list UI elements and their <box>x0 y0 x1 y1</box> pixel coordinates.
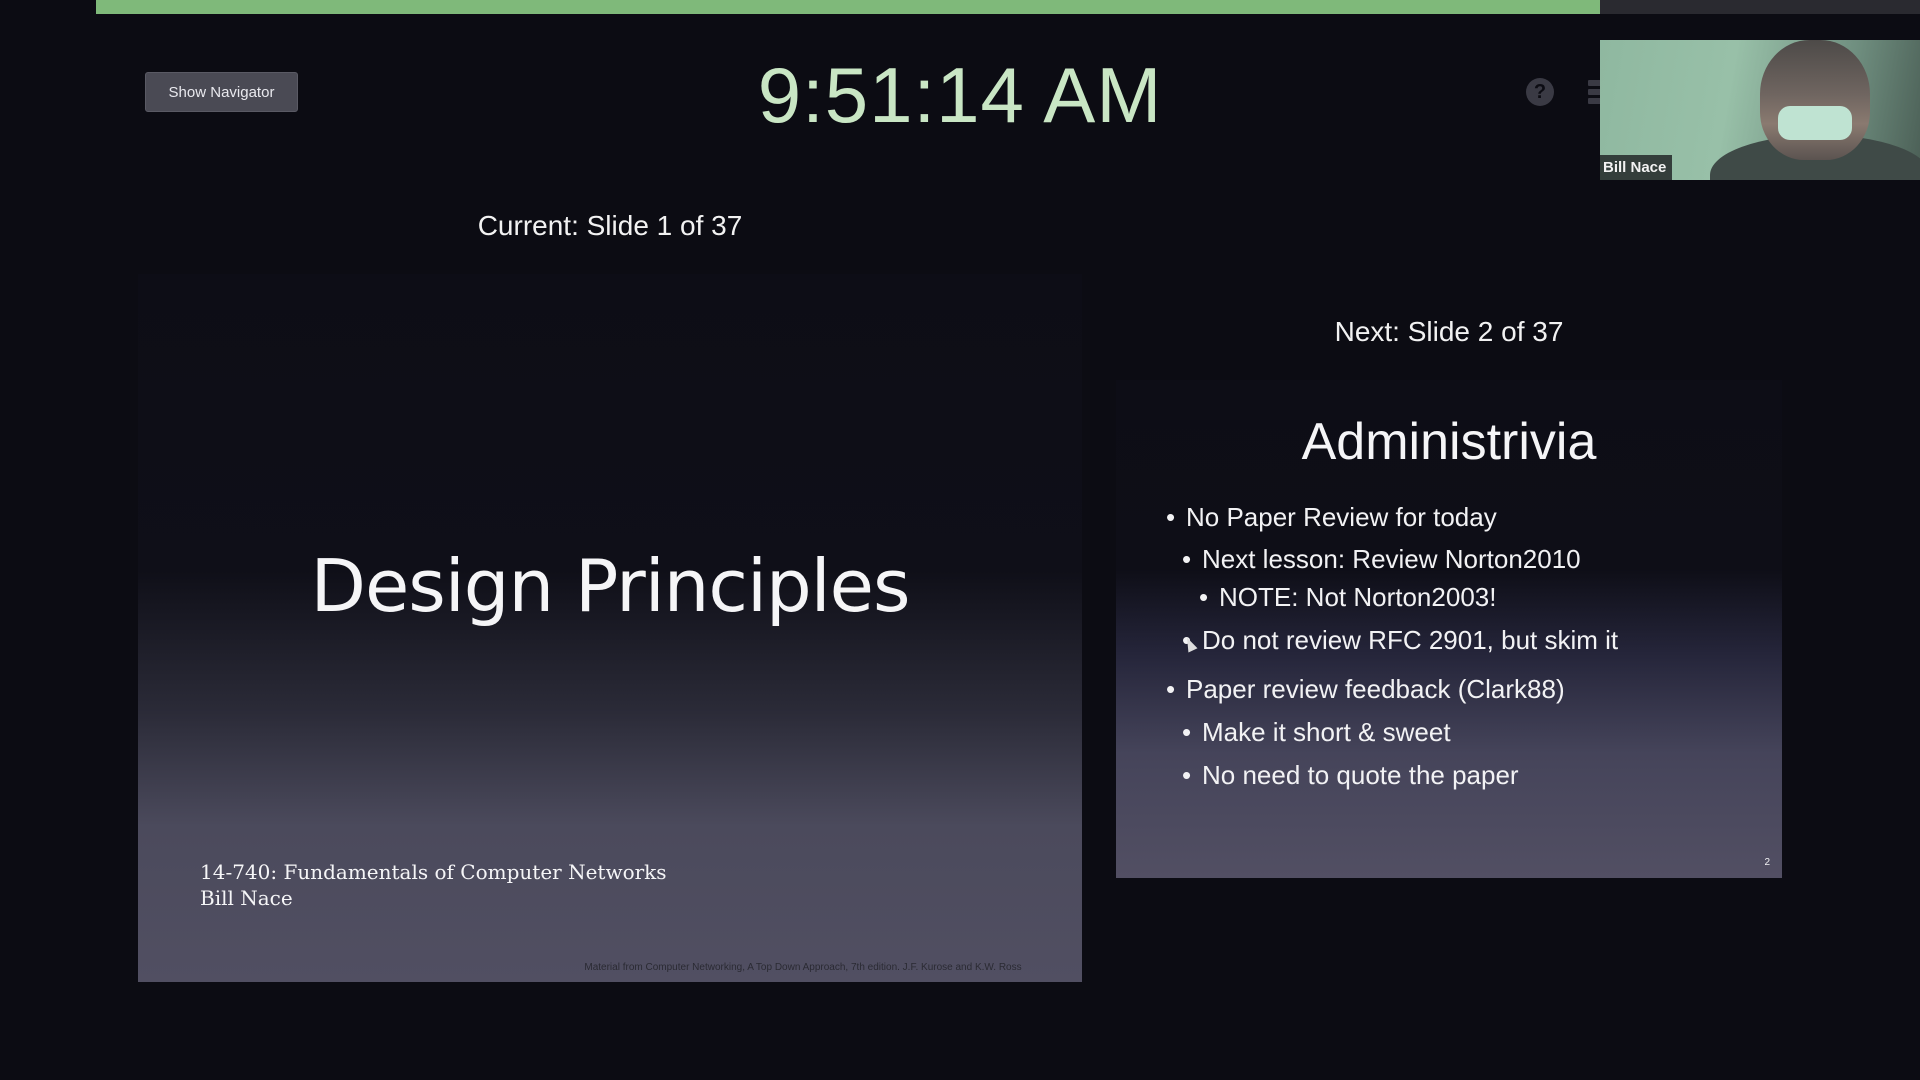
bullet-item: Next lesson: Review Norton2010 <box>1182 544 1618 575</box>
next-slide-page-number: 2 <box>1764 857 1770 868</box>
current-slide-title: Design Principles <box>310 544 911 628</box>
participant-name-tag: Bill Nace <box>1600 155 1673 180</box>
participant-video-tile[interactable]: Bill Nace <box>1600 40 1920 180</box>
current-slide-caption: Current: Slide 1 of 37 <box>477 210 743 241</box>
bullet-item: NOTE: Not Norton2003! <box>1199 582 1618 613</box>
bullet-item: No need to quote the paper <box>1182 760 1618 791</box>
instructor-name: Bill Nace <box>200 886 293 910</box>
next-slide-caption: Next: Slide 2 of 37 <box>1334 316 1564 347</box>
bullet-item: Paper review feedback (Clark88) <box>1166 674 1618 705</box>
next-slide-title: Administrivia <box>1301 413 1597 471</box>
slide-credit-footer: Material from Computer Networking, A Top… <box>584 962 1022 973</box>
course-name: 14-740: Fundamentals of Computer Network… <box>200 860 667 884</box>
help-icon[interactable]: ? <box>1526 78 1554 106</box>
show-navigator-button[interactable]: Show Navigator <box>145 72 298 112</box>
bullet-item: Do not review RFC 2901, but skim it <box>1182 625 1618 656</box>
video-strip-header <box>1600 0 1920 14</box>
screen-share-indicator-bar <box>96 0 1600 14</box>
presenter-view: Show Navigator 9:51:14 AM ? Bill Nace Cu… <box>0 0 1920 1080</box>
participant-face-mask <box>1778 106 1852 140</box>
participant-head <box>1760 40 1870 160</box>
presentation-clock: 9:51:14 AM <box>757 51 1163 139</box>
current-slide-course-info: 14-740: Fundamentals of Computer Network… <box>200 859 667 911</box>
current-slide: Design Principles 14-740: Fundamentals o… <box>138 274 1082 982</box>
next-slide: Administrivia No Paper Review for today … <box>1116 380 1782 878</box>
next-slide-bullet-list: No Paper Review for today Next lesson: R… <box>1166 502 1618 791</box>
bullet-item: No Paper Review for today <box>1166 502 1618 533</box>
bullet-item: Make it short & sweet <box>1182 717 1618 748</box>
